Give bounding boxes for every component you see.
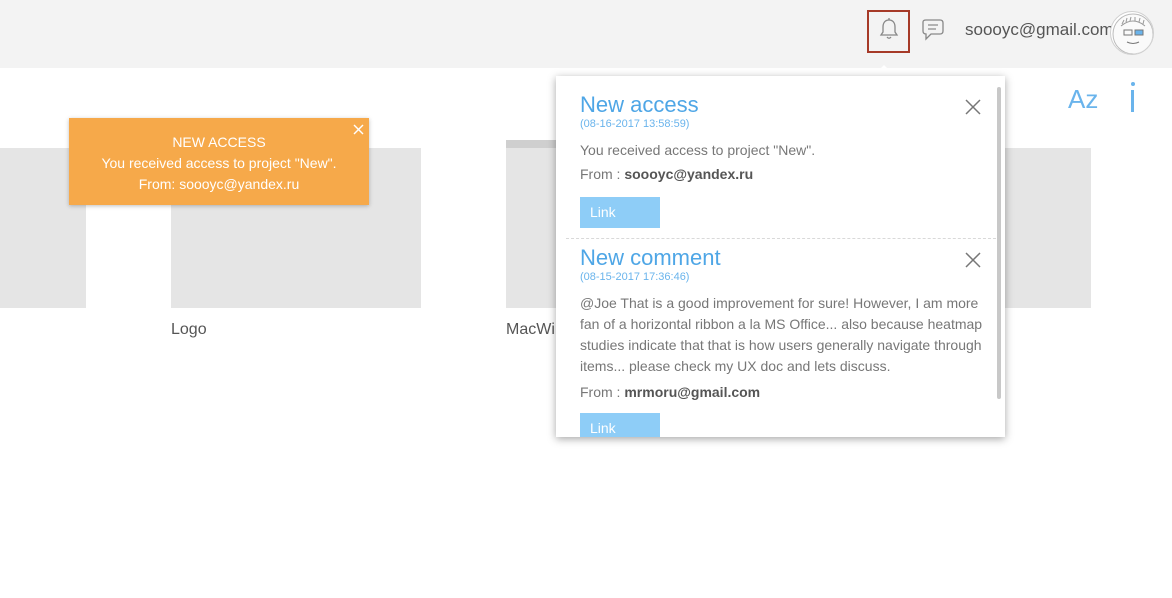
from-email: soooyc@yandex.ru	[624, 166, 754, 182]
toast-message: You received access to project "New".	[101, 155, 337, 171]
toast-notification: NEW ACCESS You received access to projec…	[69, 118, 369, 205]
user-email[interactable]: soooyc@gmail.com	[965, 20, 1114, 40]
from-label: From :	[580, 166, 621, 182]
toast-title: NEW ACCESS	[172, 134, 266, 150]
top-bar: soooyc@gmail.com	[0, 0, 1172, 68]
notification-title: New access	[580, 92, 699, 117]
close-icon[interactable]	[964, 98, 982, 116]
page: soooyc@gmail.com Az Logo MacWi NEW ACCES…	[0, 0, 1172, 598]
sort-az-button[interactable]: Az	[1068, 84, 1098, 115]
info-icon[interactable]	[1128, 82, 1138, 114]
toast-from: From: soooyc@yandex.ru	[138, 176, 300, 192]
bell-icon	[878, 17, 900, 46]
notification-item: New access (08-16-2017 13:58:59) You rec…	[580, 92, 996, 182]
messages-button[interactable]	[918, 18, 948, 46]
notifications-list[interactable]: New access (08-16-2017 13:58:59) You rec…	[556, 76, 996, 437]
notification-from: From : soooyc@yandex.ru	[580, 166, 996, 182]
dropdown-caret	[873, 65, 895, 76]
notification-date: (08-15-2017 17:36:46)	[580, 271, 690, 283]
divider	[566, 238, 996, 239]
notification-item: New comment (08-15-2017 17:36:46) @Joe T…	[580, 245, 990, 400]
notification-body: You received access to project "New".	[580, 142, 816, 158]
close-icon[interactable]	[964, 251, 982, 269]
notification-title: New comment	[580, 245, 721, 270]
avatar[interactable]	[1110, 11, 1154, 55]
notifications-button[interactable]	[867, 10, 910, 53]
from-email: mrmoru@gmail.com	[624, 384, 761, 400]
notification-from: From : mrmoru@gmail.com	[580, 384, 990, 400]
project-label[interactable]: Logo	[171, 321, 207, 339]
notification-body: @Joe That is a good improvement for sure…	[580, 295, 983, 374]
link-button[interactable]: Link	[580, 413, 660, 437]
link-button[interactable]: Link	[580, 197, 660, 228]
close-icon[interactable]	[352, 121, 365, 135]
chat-bubble-icon	[920, 18, 946, 47]
from-label: From :	[580, 384, 621, 400]
project-thumbnail[interactable]	[1004, 148, 1091, 308]
notification-date: (08-16-2017 13:58:59)	[580, 118, 690, 130]
scrollbar-thumb[interactable]	[997, 87, 1001, 399]
notifications-dropdown: New access (08-16-2017 13:58:59) You rec…	[556, 76, 1005, 437]
project-label[interactable]: MacWi	[506, 321, 555, 339]
